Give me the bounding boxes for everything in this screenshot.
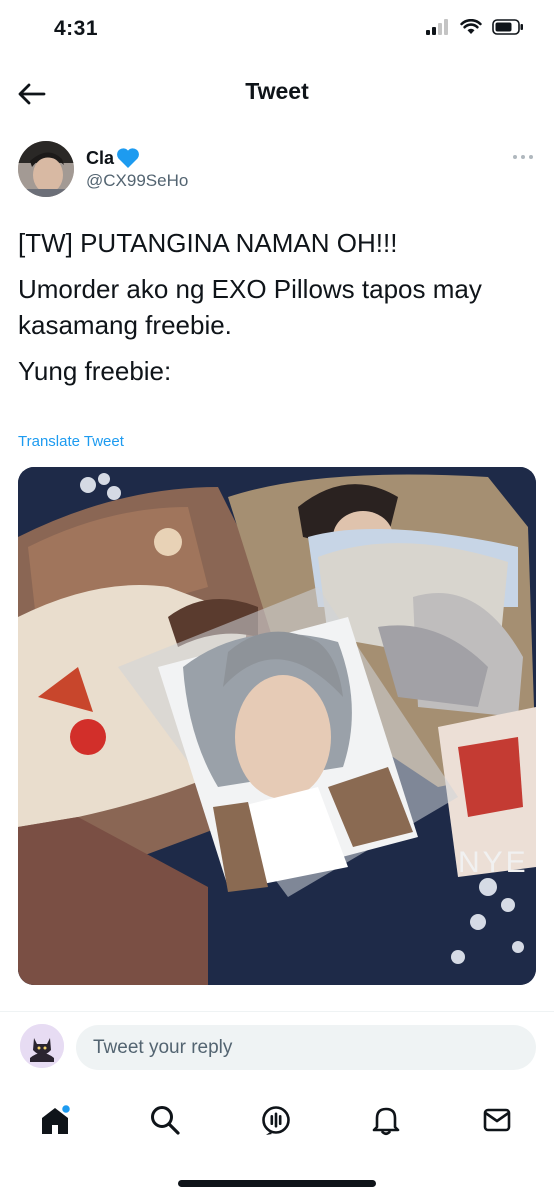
reply-placeholder: Tweet your reply [93, 1037, 233, 1058]
photo-illustration: NYE [18, 467, 536, 985]
search-icon [151, 1106, 180, 1135]
status-icons [426, 19, 524, 35]
divider [0, 1011, 554, 1012]
home-icon [42, 1103, 72, 1134]
tab-messages[interactable] [479, 1102, 515, 1138]
tab-search[interactable] [147, 1102, 183, 1138]
page-title: Tweet [245, 78, 309, 104]
translate-tweet-link[interactable]: Translate Tweet [18, 433, 124, 450]
tweet-photo[interactable]: NYE [18, 467, 536, 985]
messages-icon [483, 1108, 511, 1132]
tab-notifications[interactable] [368, 1102, 404, 1138]
notifications-icon [372, 1107, 400, 1136]
photo-text: NYE [458, 846, 529, 879]
user-avatar[interactable] [20, 1024, 64, 1068]
tweet-line: Umorder ako ng EXO Pillows tapos may kas… [18, 274, 482, 340]
battery-icon [492, 19, 523, 35]
tab-spaces[interactable] [258, 1102, 294, 1138]
tweet-line: [TW] PUTANGINA NAMAN OH!!! [18, 228, 398, 258]
author-handle[interactable]: @CX99SeHo [86, 171, 188, 191]
author-name-text: Cla [86, 147, 115, 168]
author-name[interactable]: Cla [86, 147, 140, 169]
spaces-icon [262, 1106, 290, 1135]
status-time: 4:31 [54, 17, 99, 40]
cat-icon [20, 1024, 64, 1068]
wifi-icon [460, 19, 482, 34]
tab-home[interactable] [37, 1102, 73, 1138]
avatar-photo [18, 141, 74, 197]
author-avatar[interactable] [18, 141, 74, 197]
home-indicator [178, 1180, 376, 1187]
tweet-line: Yung freebie: [18, 356, 172, 386]
tweet-text: [TW] PUTANGINA NAMAN OH!!! Umorder ako n… [18, 225, 533, 399]
signal-icon [426, 19, 448, 35]
more-options-icon[interactable] [512, 152, 534, 162]
blue-heart-icon [117, 148, 139, 168]
